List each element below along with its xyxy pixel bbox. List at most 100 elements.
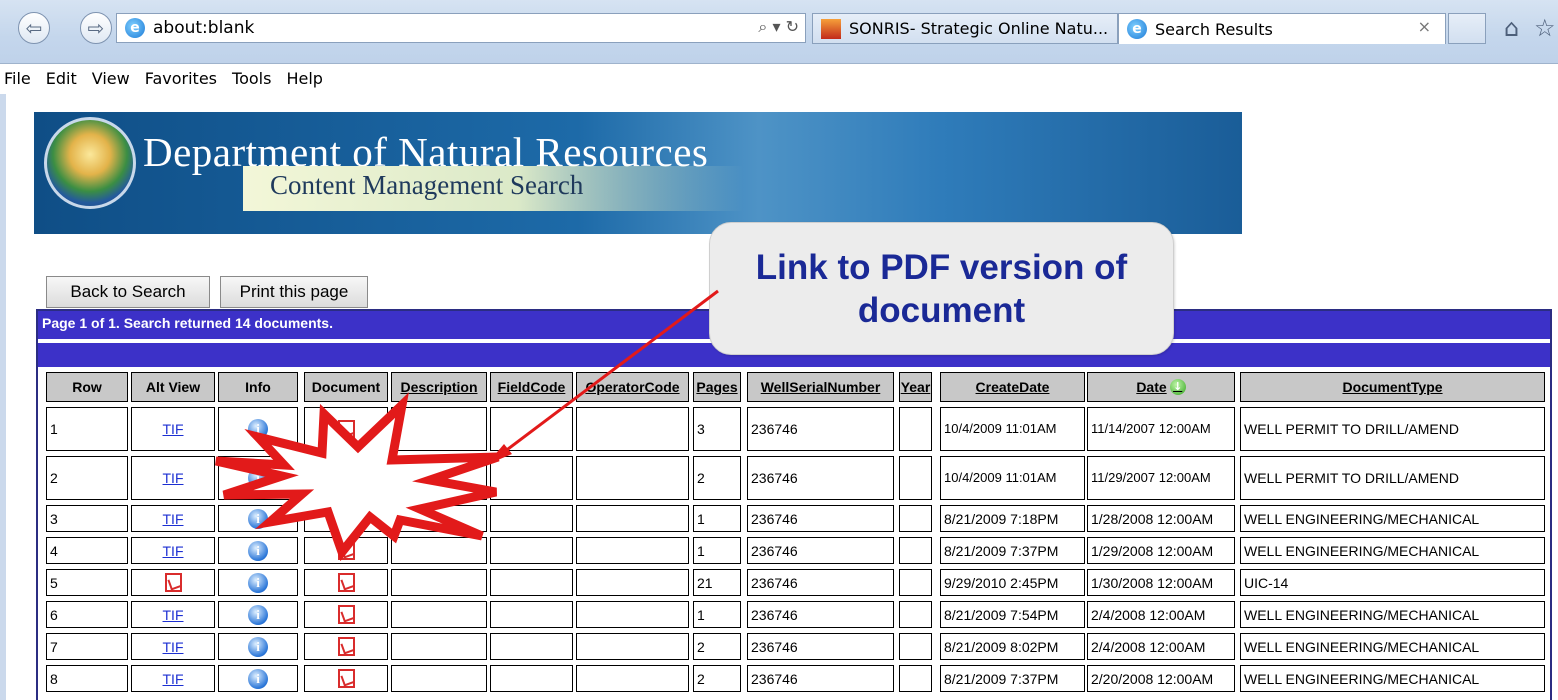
- menu-help[interactable]: Help: [280, 66, 328, 94]
- sort-down-icon[interactable]: ↓: [1169, 379, 1186, 395]
- pdf-icon[interactable]: [337, 419, 355, 439]
- cell-text: 10/4/2009 11:01AM: [944, 421, 1057, 436]
- table-cell-wellserialnumber: 236746: [747, 665, 894, 692]
- tif-link[interactable]: TIF: [163, 421, 184, 437]
- tab-label: Search Results: [1155, 19, 1273, 39]
- table-cell-pages: 3: [693, 407, 741, 451]
- print-page-button[interactable]: Print this page: [220, 276, 368, 308]
- table-cell-date: 11/29/2007 12:00AM: [1087, 456, 1235, 500]
- header-col-year[interactable]: Year: [899, 372, 932, 402]
- pdf-icon[interactable]: [337, 605, 355, 624]
- address-controls[interactable]: ⌕ ▾ ↻: [758, 17, 799, 37]
- header-col-documenttype[interactable]: DocumentType: [1240, 372, 1545, 402]
- header-label: Pages: [696, 379, 738, 395]
- pdf-icon[interactable]: [164, 573, 182, 592]
- menu-edit[interactable]: Edit: [40, 66, 83, 94]
- table-cell-createdate: 10/4/2009 11:01AM: [940, 407, 1085, 451]
- tif-link[interactable]: TIF: [163, 470, 184, 486]
- tab-sonris[interactable]: SONRIS- Strategic Online Natu...: [812, 13, 1118, 44]
- header-label: Row: [72, 379, 102, 395]
- pdf-icon[interactable]: [337, 468, 355, 488]
- cell-text: 236746: [751, 542, 798, 559]
- table-cell-alt-view: [131, 569, 215, 596]
- table-cell-pages: 21: [693, 569, 741, 596]
- pdf-icon[interactable]: [337, 509, 355, 528]
- pdf-icon[interactable]: [337, 669, 355, 688]
- cell-text: 1: [697, 606, 705, 623]
- header-col-fieldcode[interactable]: FieldCode: [490, 372, 573, 402]
- info-icon[interactable]: i: [248, 508, 268, 529]
- table-cell-operatorcode: [576, 601, 689, 628]
- table-cell-row: 6: [46, 601, 128, 628]
- header-label: CreateDate: [975, 379, 1050, 395]
- menu-file[interactable]: File: [0, 66, 37, 94]
- table-cell-operatorcode: [576, 407, 689, 451]
- back-to-search-button[interactable]: Back to Search: [46, 276, 210, 308]
- tif-link[interactable]: TIF: [163, 639, 184, 655]
- forward-icon[interactable]: ⇨: [80, 12, 112, 44]
- new-tab-button[interactable]: [1448, 13, 1486, 44]
- menu-favorites[interactable]: Favorites: [139, 66, 223, 94]
- info-icon[interactable]: i: [248, 540, 268, 561]
- tif-link[interactable]: TIF: [163, 543, 184, 559]
- table-cell-row: 2: [46, 456, 128, 500]
- header-col-info: Info: [218, 372, 298, 402]
- header-col-wellserialnumber[interactable]: WellSerialNumber: [747, 372, 894, 402]
- menu-view[interactable]: View: [86, 66, 136, 94]
- cell-text: WELL PERMIT TO DRILL/AMEND: [1244, 470, 1459, 486]
- cell-text: 1: [697, 542, 705, 559]
- table-cell-operatorcode: [576, 569, 689, 596]
- cell-text: 236746: [751, 470, 798, 486]
- tif-link[interactable]: TIF: [163, 607, 184, 623]
- info-icon[interactable]: i: [248, 419, 268, 439]
- header-label: Date: [1136, 379, 1167, 395]
- back-icon[interactable]: ⇦: [18, 12, 50, 44]
- tif-link[interactable]: TIF: [163, 671, 184, 687]
- cell-text: 3: [50, 510, 58, 527]
- table-cell-description: [391, 601, 487, 628]
- cell-text: 5: [50, 574, 58, 591]
- pdf-icon[interactable]: [337, 541, 355, 560]
- pdf-icon[interactable]: [337, 573, 355, 592]
- table-cell-wellserialnumber: 236746: [747, 407, 894, 451]
- table-cell-date: 1/29/2008 12:00AM: [1087, 537, 1235, 564]
- table-cell-pages: 1: [693, 537, 741, 564]
- close-icon[interactable]: ×: [1418, 17, 1431, 36]
- header-col-operatorcode[interactable]: OperatorCode: [576, 372, 689, 402]
- table-cell-pages: 2: [693, 456, 741, 500]
- table-cell-description: [391, 665, 487, 692]
- address-bar[interactable]: e about:blank ⌕ ▾ ↻: [116, 13, 806, 43]
- info-icon[interactable]: i: [248, 468, 268, 488]
- cell-text: 2/4/2008 12:00AM: [1091, 638, 1206, 655]
- home-icon[interactable]: ⌂: [1504, 14, 1519, 42]
- cell-text: UIC-14: [1244, 574, 1289, 591]
- header-label: Document: [311, 379, 381, 395]
- table-cell-document: [304, 665, 388, 692]
- cell-text: 8/21/2009 7:37PM: [944, 542, 1059, 559]
- cell-text: 8/21/2009 7:37PM: [944, 670, 1059, 687]
- table-cell-info: i: [218, 537, 298, 564]
- table-cell-operatorcode: [576, 505, 689, 532]
- pdf-icon[interactable]: [337, 637, 355, 656]
- header-col-date[interactable]: Date ↓: [1087, 372, 1235, 402]
- table-cell-createdate: 8/21/2009 7:18PM: [940, 505, 1085, 532]
- info-icon[interactable]: i: [248, 668, 268, 689]
- table-cell-pages: 2: [693, 665, 741, 692]
- header-col-createdate[interactable]: CreateDate: [940, 372, 1085, 402]
- info-icon[interactable]: i: [248, 636, 268, 657]
- favorites-star-icon[interactable]: ☆: [1534, 14, 1556, 42]
- header-col-pages[interactable]: Pages: [693, 372, 741, 402]
- header-label: FieldCode: [497, 379, 566, 395]
- cell-text: 6: [50, 606, 58, 623]
- cell-text: WELL ENGINEERING/MECHANICAL: [1244, 510, 1480, 527]
- tif-link[interactable]: TIF: [163, 511, 184, 527]
- tab-search-results[interactable]: e Search Results ×: [1118, 13, 1446, 44]
- info-icon[interactable]: i: [248, 604, 268, 625]
- header-col-description[interactable]: Description: [391, 372, 487, 402]
- table-cell-createdate: 8/21/2009 7:54PM: [940, 601, 1085, 628]
- info-icon[interactable]: i: [248, 572, 268, 593]
- header-col-alt-view: Alt View: [131, 372, 215, 402]
- table-cell-description: [391, 633, 487, 660]
- table-cell-fieldcode: [490, 633, 573, 660]
- menu-tools[interactable]: Tools: [226, 66, 277, 94]
